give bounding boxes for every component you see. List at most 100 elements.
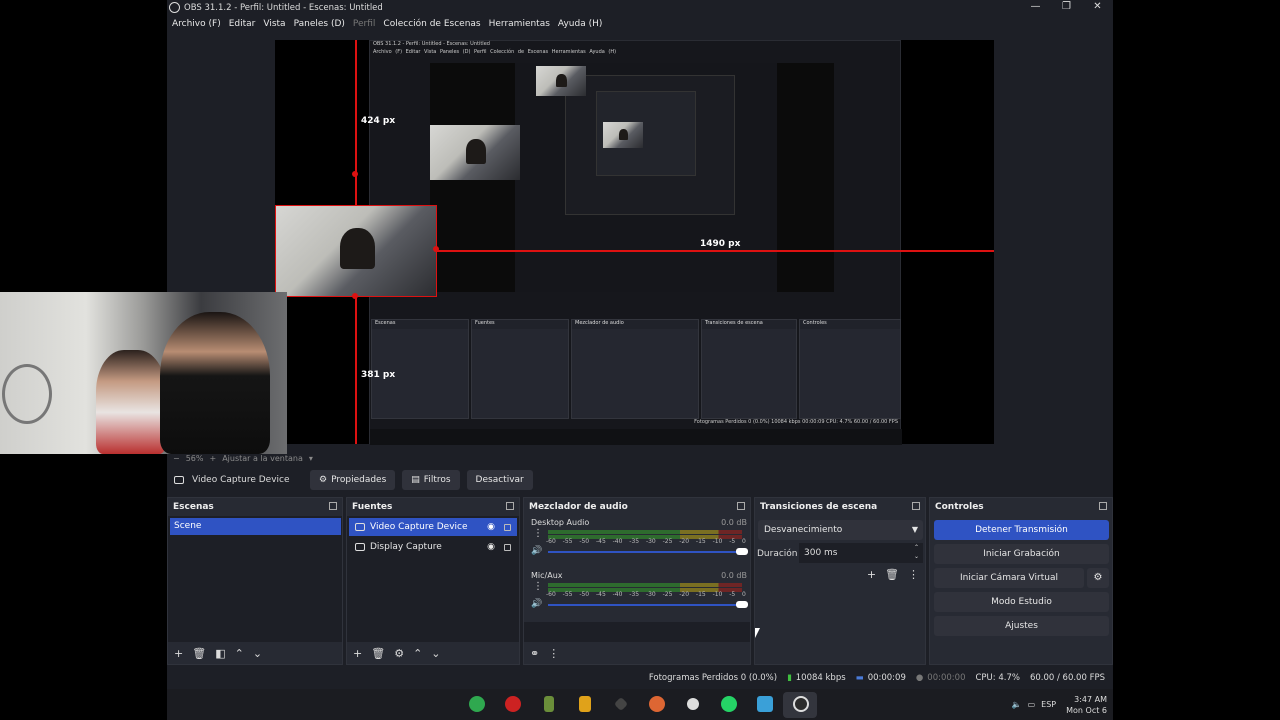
fit-window-label[interactable]: Ajustar a la ventana [222, 454, 303, 463]
popout-icon[interactable] [912, 502, 920, 510]
fan-shape [2, 364, 52, 424]
scene-item[interactable]: Scene [170, 518, 341, 535]
resize-handle-bottom[interactable] [352, 293, 358, 299]
gear-icon[interactable]: ⚙ [394, 647, 404, 660]
zoom-in-button[interactable]: + [209, 454, 216, 463]
language-indicator[interactable]: ESP [1041, 700, 1056, 709]
app-icon[interactable] [687, 698, 699, 710]
trash-icon[interactable]: 🗑 [885, 568, 899, 581]
popout-icon[interactable] [506, 502, 514, 510]
mixer-footer: ⚭ ⋮ [524, 642, 750, 664]
source-row[interactable]: Video Capture Device ◉ [349, 518, 517, 536]
menu-scene-collection[interactable]: Colección de Escenas [383, 19, 480, 29]
arrow-up-icon[interactable]: ⌃ [413, 647, 422, 660]
zoom-dropdown-arrow[interactable]: ▾ [309, 454, 313, 463]
stop-stream-button[interactable]: Detener Transmisión [934, 520, 1109, 540]
filters-label: Filtros [423, 475, 451, 485]
clock[interactable]: 3:47 AM Mon Oct 6 [1066, 694, 1107, 716]
filters-button[interactable]: ▤ Filtros [402, 470, 460, 490]
speaker-icon[interactable]: 🔈 [1012, 700, 1022, 709]
source-row[interactable]: Display Capture ◉ [349, 538, 517, 556]
scenes-list: Scene [168, 516, 342, 642]
close-button[interactable]: ✕ [1082, 0, 1113, 15]
popout-icon[interactable] [329, 502, 337, 510]
popout-icon[interactable] [1099, 502, 1107, 510]
more-icon[interactable]: ⋮ [533, 581, 543, 592]
measure-line-horizontal [430, 250, 994, 252]
zoom-bar: − 56% + Ajustar a la ventana ▾ [167, 452, 1113, 464]
more-icon[interactable]: ⋮ [548, 647, 559, 660]
more-icon[interactable]: ⋮ [908, 568, 919, 581]
trash-icon[interactable]: 🗑 [371, 647, 385, 660]
app-icon[interactable] [505, 696, 521, 712]
resize-handle-top[interactable] [352, 171, 358, 177]
network-icon[interactable]: ▭ [1028, 700, 1036, 709]
app-icon[interactable] [544, 696, 554, 712]
nested-webcam-4 [603, 122, 643, 148]
arrow-down-icon[interactable]: ⌄ [253, 647, 262, 660]
spinner-icon[interactable]: ⌃ ⌄ [914, 543, 919, 561]
mixer-channel: Mic/Aux 0.0 dB ⋮ -60 -55 -50 -45 -40 -35 -30 -2… [527, 571, 749, 621]
add-icon[interactable]: + [867, 568, 876, 581]
menu-docks[interactable]: Paneles (D) [294, 19, 345, 29]
lock-icon[interactable] [504, 523, 511, 531]
speaker-icon[interactable]: 🔊 [531, 599, 542, 609]
menu-profile[interactable]: Perfil [353, 19, 376, 29]
taskbar: 🔈 ▭ ESP 3:47 AM Mon Oct 6 [167, 689, 1113, 720]
source-label: Display Capture [370, 542, 442, 552]
slider-knob[interactable] [736, 548, 748, 555]
speaker-icon[interactable]: 🔊 [531, 546, 542, 556]
slider-knob[interactable] [736, 601, 748, 608]
virtual-camera-button[interactable]: Iniciar Cámara Virtual [934, 568, 1084, 588]
window-title: OBS 31.1.2 - Perfil: Untitled - Escenas:… [184, 2, 383, 13]
app-icon[interactable] [649, 696, 665, 712]
zoom-out-button[interactable]: − [173, 454, 180, 463]
bitrate: 10084 kbps [795, 673, 846, 683]
maximize-button[interactable]: ❐ [1051, 0, 1082, 15]
selection-box[interactable] [275, 205, 437, 297]
measure-top-label: 424 px [361, 116, 396, 126]
menu-view[interactable]: Vista [263, 19, 285, 29]
link-icon[interactable]: ⚭ [530, 647, 539, 660]
popout-icon[interactable] [737, 502, 745, 510]
properties-button[interactable]: ⚙ Propiedades [310, 470, 396, 490]
eye-icon[interactable]: ◉ [487, 522, 495, 532]
resize-handle-right[interactable] [433, 246, 439, 252]
sources-list: Video Capture Device ◉ Display Capture ◉ [347, 516, 519, 642]
preview-area[interactable]: OBS 31.1.2 - Perfil: Untitled - Escenas:… [167, 32, 1113, 452]
transition-select[interactable]: Desvanecimiento ▼ [758, 520, 923, 540]
volume-meter [548, 583, 742, 587]
more-icon[interactable]: ⋮ [533, 528, 543, 539]
transitions-dock: Transiciones de escena Desvanecimiento ▼… [754, 497, 926, 665]
menu-file[interactable]: Archivo (F) [172, 19, 221, 29]
deactivate-button[interactable]: Desactivar [466, 470, 533, 490]
preview-canvas[interactable]: OBS 31.1.2 - Perfil: Untitled - Escenas:… [275, 40, 994, 445]
whatsapp-icon[interactable] [721, 696, 737, 712]
source-toolbar: Video Capture Device ⚙ Propiedades ▤ Filtr… [167, 467, 1113, 493]
menu-tools[interactable]: Herramientas [489, 19, 550, 29]
lock-icon[interactable] [504, 543, 511, 551]
app-icon[interactable] [757, 696, 773, 712]
arrow-down-icon[interactable]: ⌄ [431, 647, 440, 660]
arrow-up-icon[interactable]: ⌃ [235, 647, 244, 660]
add-icon[interactable]: + [353, 647, 362, 660]
start-recording-button[interactable]: Iniciar Grabación [934, 544, 1109, 564]
add-icon[interactable]: + [174, 647, 183, 660]
menu-edit[interactable]: Editar [229, 19, 256, 29]
volume-slider[interactable] [548, 548, 748, 555]
gear-icon[interactable]: ⚙ [1087, 568, 1109, 588]
eye-icon[interactable]: ◉ [487, 542, 495, 552]
filter-icon[interactable]: ◧ [215, 647, 225, 660]
studio-mode-button[interactable]: Modo Estudio [934, 592, 1109, 612]
volume-slider[interactable] [548, 601, 748, 608]
obs-taskbar-icon[interactable] [793, 696, 809, 712]
settings-button[interactable]: Ajustes [934, 616, 1109, 636]
app-icon[interactable] [613, 696, 629, 712]
transition-value: Desvanecimiento [764, 525, 843, 535]
menu-help[interactable]: Ayuda (H) [558, 19, 602, 29]
minimize-button[interactable]: — [1020, 0, 1051, 15]
app-icon[interactable] [579, 696, 591, 712]
trash-icon[interactable]: 🗑 [192, 647, 206, 660]
app-icon[interactable] [469, 696, 485, 712]
duration-input[interactable]: 300 ms ⌃ ⌄ [799, 543, 923, 563]
